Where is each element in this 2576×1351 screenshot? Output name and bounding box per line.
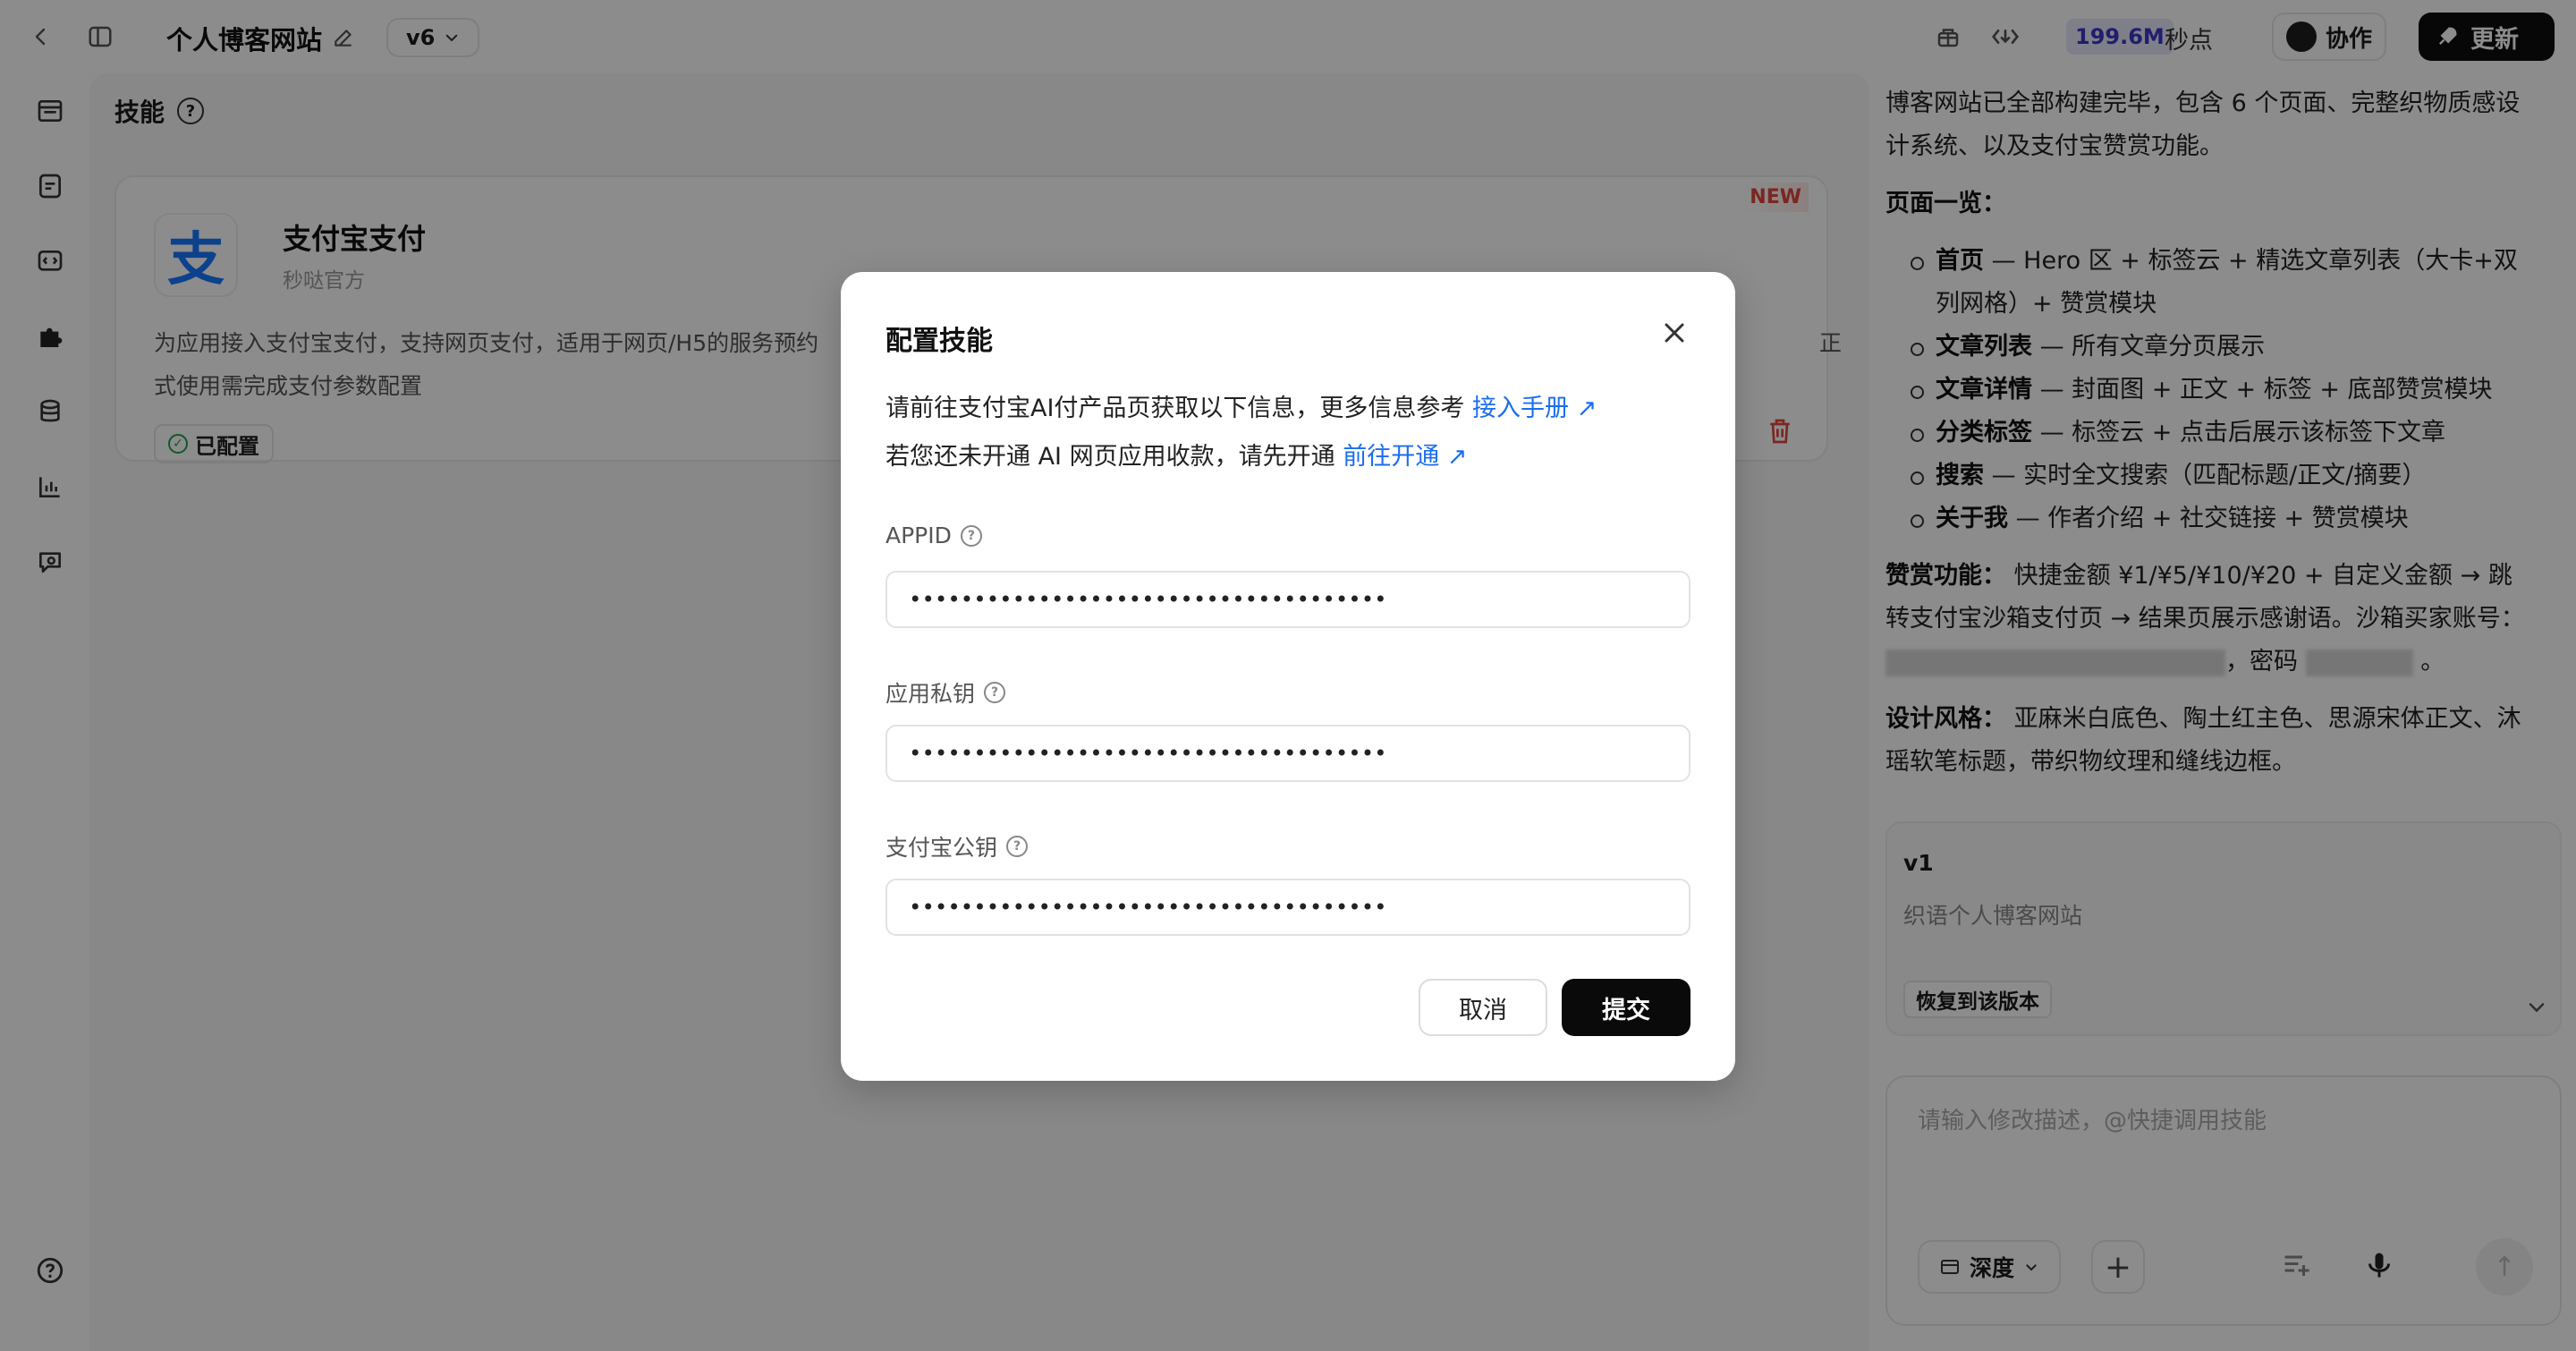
help-icon[interactable]: ? (960, 524, 982, 547)
dialog-title: 配置技能 (886, 326, 993, 357)
external-link-icon: ↗ (1439, 443, 1468, 471)
submit-button[interactable]: 提交 (1562, 979, 1690, 1036)
help-icon[interactable]: ? (1006, 836, 1029, 857)
public-key-input[interactable]: ••••••••••••••••••••••••••••••••••••• (886, 879, 1690, 936)
appid-label: APPID ? (886, 523, 982, 548)
private-key-label: 应用私钥 ? (886, 676, 1006, 709)
dialog-instruction-1: 请前往支付宝AI付产品页获取以下信息，更多信息参考 接入手册 ↗ (886, 395, 1597, 422)
external-link-icon: ↗ (1569, 395, 1597, 422)
appid-input[interactable]: ••••••••••••••••••••••••••••••••••••• (886, 571, 1690, 628)
close-icon[interactable] (1658, 317, 1690, 349)
public-key-label: 支付宝公钥 ? (886, 830, 1029, 862)
guide-link[interactable]: 接入手册 ↗ (1472, 395, 1597, 422)
private-key-input[interactable]: ••••••••••••••••••••••••••••••••••••• (886, 725, 1690, 782)
configure-skill-dialog: 配置技能 请前往支付宝AI付产品页获取以下信息，更多信息参考 接入手册 ↗ 若您… (841, 272, 1735, 1081)
dialog-instruction-2: 若您还未开通 AI 网页应用收款，请先开通 前往开通 ↗ (886, 443, 1468, 471)
cancel-button[interactable]: 取消 (1419, 979, 1547, 1036)
help-icon[interactable]: ? (984, 682, 1006, 703)
activate-link[interactable]: 前往开通 ↗ (1343, 443, 1467, 471)
